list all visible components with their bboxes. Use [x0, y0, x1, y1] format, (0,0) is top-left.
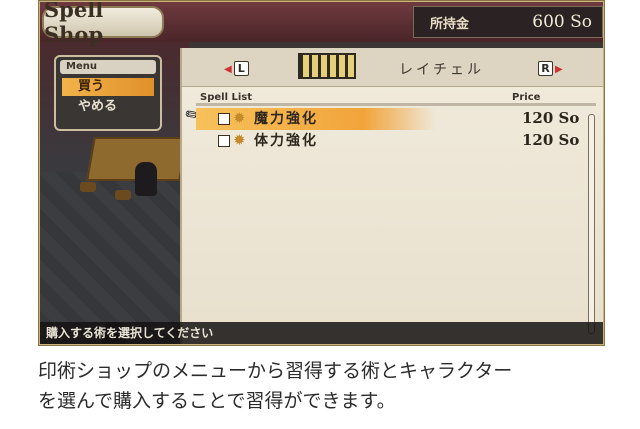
scene-character — [135, 162, 157, 196]
sun-emblem-icon: ✹ — [233, 109, 246, 127]
menu-item-buy[interactable]: 買う — [62, 78, 154, 96]
l-button-icon: L — [233, 61, 249, 76]
help-text: 購入する術を選択してください — [46, 326, 214, 340]
character-portrait — [298, 53, 356, 79]
caption-line: 印術ショップのメニューから習得する術とキャラクター — [38, 360, 513, 382]
left-arrow-icon: ◀ — [224, 64, 232, 75]
spell-list-header: Spell List — [200, 92, 253, 103]
list-scrollbar[interactable] — [588, 114, 595, 334]
money-value: 600 So — [532, 12, 592, 32]
character-bar: ◀ L レイチェル R ▶ — [182, 48, 603, 87]
menu-header: Menu — [60, 60, 156, 74]
sun-emblem-icon: ✹ — [233, 131, 246, 149]
spell-row[interactable]: ✹ 体力強化 — [196, 130, 436, 152]
help-bar: 購入する術を選択してください — [40, 322, 603, 344]
right-arrow-icon: ▶ — [555, 64, 563, 75]
spell-name: 魔力強化 — [254, 111, 318, 127]
header-divider — [196, 103, 596, 106]
r-button-icon: R — [538, 61, 553, 76]
scene-stool — [115, 190, 131, 200]
scene-stool — [80, 182, 96, 192]
money-label: 所持金 — [430, 16, 470, 32]
spell-price: 120 So — [522, 131, 580, 149]
game-screen: Spell Shop 所持金 600 So Menu 買う やめる ◀ L レイチ… — [40, 2, 603, 344]
shop-title: Spell Shop — [44, 2, 104, 47]
spell-row[interactable]: ✹ 魔力強化 — [196, 108, 436, 130]
prev-character-button[interactable]: ◀ L — [224, 61, 249, 76]
spell-price: 120 So — [522, 109, 580, 127]
spell-panel: ◀ L レイチェル R ▶ Spell List Price ✎ ✹ 魔力強化 12… — [180, 48, 603, 344]
price-header: Price — [512, 92, 541, 103]
character-name: レイチェル — [399, 62, 484, 78]
menu-item-quit[interactable]: やめる — [62, 98, 154, 116]
caption: 印術ショップのメニューから習得する術とキャラクター を選んで購入することで習得が… — [38, 356, 608, 416]
next-character-button[interactable]: R ▶ — [538, 61, 563, 76]
spell-checkbox[interactable] — [218, 113, 230, 125]
money-display: 所持金 600 So — [413, 6, 603, 38]
caption-line: を選んで購入することで習得ができます。 — [38, 390, 396, 412]
title-bar: Spell Shop 所持金 600 So — [40, 2, 603, 47]
shop-title-pill: Spell Shop — [42, 2, 164, 47]
spell-checkbox[interactable] — [218, 135, 230, 147]
spell-name: 体力強化 — [254, 133, 318, 149]
command-menu: Menu 買う やめる — [54, 55, 162, 131]
